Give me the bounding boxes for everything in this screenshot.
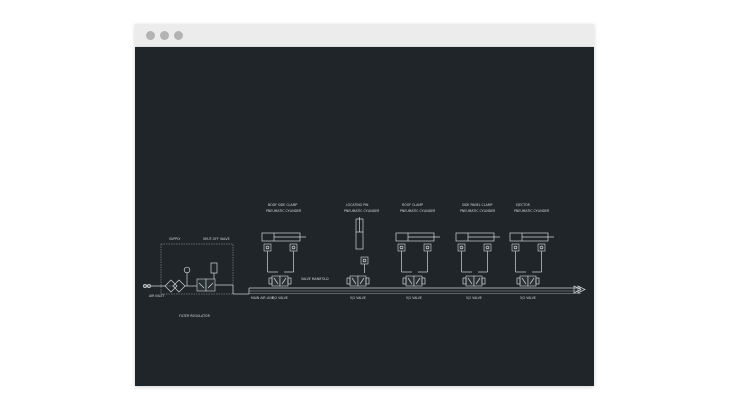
flow-control-icon (397, 243, 406, 252)
actuator-subtitle: PNEUMATIC CYLINDER (460, 209, 496, 213)
flow-control-icon (423, 243, 432, 252)
actuator-station: BODY SIDE CLAMP PNEUMATIC CYLINDER 5/2 VAL… (261, 203, 306, 300)
solenoid-icon (210, 262, 218, 274)
actuator-subtitle: PNEUMATIC CYLINDER (266, 209, 302, 213)
window-titlebar (135, 24, 594, 47)
actuator-station: ROOF CLAMP PNEUMATIC CYLINDER 5/2 VALVE (395, 203, 440, 300)
actuator-title: SIDE PANEL CLAMP (462, 203, 493, 207)
air-inlet-label: AIR INLET (149, 294, 164, 298)
actuator-subtitle: PNEUMATIC CYLINDER (400, 209, 436, 213)
actuator-subtitle: PNEUMATIC CYLINDER (344, 209, 380, 213)
flow-control-icon (289, 243, 298, 252)
filter-label: FILTER REGULATOR (179, 314, 211, 318)
valve-label: 5/2 VALVE (466, 296, 482, 300)
actuator-title: EJECTOR (516, 203, 531, 207)
actuator-station: SIDE PANEL CLAMP PNEUMATIC CYLINDER 5/2 VA… (455, 203, 500, 300)
actuator-station: LOCATING PIN PNEUMATIC CYLINDER 5/2 VALVE (344, 203, 380, 300)
flow-control-icon (511, 243, 520, 252)
valve-label: 5/2 VALVE (406, 296, 422, 300)
flow-control-icon (360, 256, 369, 265)
actuator-title: BODY SIDE CLAMP (268, 203, 297, 207)
schematic-canvas: SUPPLY SHUT-OFF VALVE AIR INLET FILTER R… (135, 47, 594, 386)
minimize-dot-icon[interactable] (160, 31, 169, 40)
flow-control-icon (537, 243, 546, 252)
actuator-station: EJECTOR PNEUMATIC CYLINDER 5/2 VALVE (509, 203, 554, 300)
actuator-title: LOCATING PIN (346, 203, 369, 207)
pressure-gauge-icon (183, 266, 191, 274)
browser-window: SUPPLY SHUT-OFF VALVE AIR INLET FILTER R… (135, 24, 594, 386)
valve-label: 5/2 VALVE (350, 296, 366, 300)
maximize-dot-icon[interactable] (174, 31, 183, 40)
close-dot-icon[interactable] (146, 31, 155, 40)
flow-control-icon (483, 243, 492, 252)
shutoff-label: SHUT-OFF VALVE (203, 237, 230, 241)
main-line-label: MAIN AIR LINE (251, 296, 274, 300)
valve-label: 5/2 VALVE (272, 296, 288, 300)
flow-control-icon (263, 243, 272, 252)
actuator-subtitle: PNEUMATIC CYLINDER (514, 209, 550, 213)
supply-unit: SUPPLY SHUT-OFF VALVE AIR INLET FILTER R… (143, 237, 250, 318)
pneumatic-schematic: SUPPLY SHUT-OFF VALVE AIR INLET FILTER R… (143, 203, 586, 318)
flow-control-icon (457, 243, 466, 252)
manifold-label: VALVE MANIFOLD (301, 277, 329, 281)
supply-group-label: SUPPLY (169, 237, 181, 241)
valve-label: 5/2 VALVE (520, 296, 536, 300)
actuator-title: ROOF CLAMP (402, 203, 423, 207)
actuator-stations: BODY SIDE CLAMP PNEUMATIC CYLINDER 5/2 VAL… (261, 203, 554, 300)
